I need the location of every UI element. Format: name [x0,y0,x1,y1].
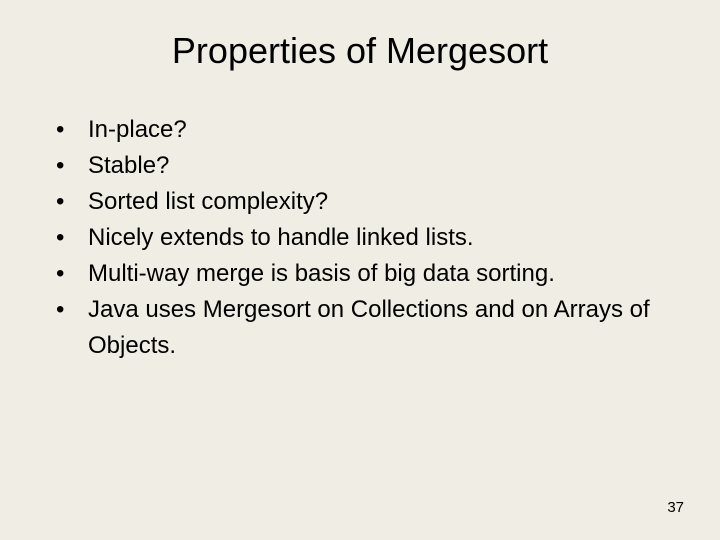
list-item: Nicely extends to handle linked lists. [56,220,664,256]
bullet-list: In-place? Stable? Sorted list complexity… [0,112,720,364]
list-item: Multi-way merge is basis of big data sor… [56,256,664,292]
list-item: Stable? [56,148,664,184]
list-item: Sorted list complexity? [56,184,664,220]
list-item: Java uses Mergesort on Collections and o… [56,292,664,364]
list-item: In-place? [56,112,664,148]
page-number: 37 [667,499,684,516]
slide-title: Properties of Mergesort [0,0,720,112]
